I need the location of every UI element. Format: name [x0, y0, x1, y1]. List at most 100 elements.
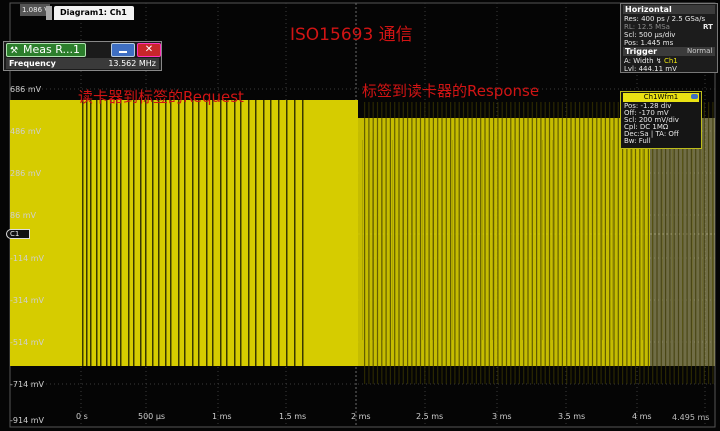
response-texture [692, 140, 693, 340]
y-tick-label: 286 mV [10, 169, 42, 178]
response-pulse [445, 102, 447, 384]
request-pulse [212, 100, 214, 366]
x-tick-label: 500 µs [138, 412, 166, 421]
request-pulse [133, 100, 135, 366]
horizontal-scl: Scl: 500 µs/div [624, 31, 675, 39]
y-tick-label: -114 mV [10, 254, 44, 263]
response-texture [712, 140, 713, 340]
response-pulse [364, 102, 366, 384]
wfm-menu-icon[interactable] [691, 94, 698, 99]
measurement-panel: ⚒ Meas R...1 ✕ Frequency 13.562 MHz [3, 41, 162, 71]
response-texture [612, 140, 613, 340]
response-pulse [475, 102, 477, 384]
response-pulse [402, 102, 404, 384]
x-tick-label: 4 ms [632, 412, 652, 421]
request-pulse [206, 100, 208, 366]
response-texture [642, 140, 643, 340]
response-texture [632, 140, 633, 340]
request-pulse [184, 100, 186, 366]
lvl-value: 444.11 mV [638, 65, 677, 73]
request-pulse [100, 100, 102, 366]
close-icon: ✕ [144, 44, 154, 55]
response-pulse [574, 102, 576, 384]
response-texture [422, 140, 423, 340]
response-texture [372, 140, 373, 340]
response-pulse [596, 102, 598, 384]
response-pulse [419, 102, 422, 384]
scl-label: Scl: [624, 31, 637, 39]
plot-title: ISO15693 通信 [290, 25, 413, 45]
response-texture [592, 140, 593, 340]
response-texture [682, 140, 683, 340]
response-pulse [553, 102, 555, 384]
trigger-source: Ch1 [663, 57, 678, 65]
response-pulse [394, 102, 396, 384]
response-pulse [544, 102, 546, 384]
request-pulse [96, 100, 98, 366]
response-pulse [566, 102, 568, 384]
request-pulse [302, 100, 304, 366]
request-pulse [198, 100, 200, 366]
request-pulse [152, 100, 154, 366]
request-pulse [120, 100, 122, 366]
x-end-label: 4.495 ms [672, 413, 710, 422]
response-texture [412, 140, 413, 340]
response-pulse [424, 102, 426, 384]
request-pulse [110, 100, 112, 366]
response-texture [622, 140, 623, 340]
request-pulse [263, 100, 265, 366]
diagram-tab-handle[interactable] [46, 6, 52, 20]
response-texture [452, 140, 453, 340]
y-tick-label: -714 mV [10, 380, 44, 389]
response-pulse [484, 102, 486, 384]
response-texture [652, 140, 653, 340]
response-pulse [617, 102, 619, 384]
request-annotation: 读卡器到标签的Request [78, 88, 244, 106]
response-annotation: 标签到读卡器的Response [362, 82, 540, 100]
response-pulse [493, 102, 495, 384]
wfm-header[interactable]: Ch1Wfm1 [623, 93, 699, 102]
request-pulse [248, 100, 250, 366]
response-texture [552, 140, 553, 340]
response-texture [602, 140, 603, 340]
x-tick-label: 2.5 ms [416, 412, 444, 421]
request-pulse [90, 100, 92, 366]
response-pulse [385, 102, 387, 384]
response-texture [542, 140, 543, 340]
response-texture [532, 140, 533, 340]
rt-indicator: RT [703, 23, 713, 31]
horizontal-res: Res: 400 ps / 2.5 GSa/s [624, 15, 706, 23]
response-pulse [462, 102, 465, 384]
x-tick-label: 3 ms [492, 412, 512, 421]
response-pulse [527, 102, 529, 384]
close-button[interactable]: ✕ [137, 43, 161, 57]
pos-label: Pos: [624, 39, 639, 47]
y-tick-label: 86 mV [10, 211, 36, 220]
response-texture [502, 140, 503, 340]
response-pulse [587, 102, 589, 384]
channel-offset-marker[interactable]: C1 [6, 229, 30, 239]
request-pulse [286, 100, 288, 366]
horizontal-header[interactable]: Horizontal [623, 5, 715, 14]
request-pulse [226, 100, 228, 366]
ch1-wfm-panel[interactable]: Ch1Wfm1 Pos: -1.28 div Off: -170 mV Scl:… [620, 91, 702, 149]
response-pulse [454, 102, 456, 384]
request-pulse [82, 100, 84, 366]
wrench-icon: ⚒ [10, 46, 19, 56]
response-pulse [703, 102, 705, 384]
response-pulse [458, 102, 460, 384]
horizontal-trigger-panel[interactable]: Horizontal Res: 400 ps / 2.5 GSa/s RL: 1… [620, 3, 718, 73]
ch1-waveform [10, 100, 715, 384]
response-pulse [514, 102, 516, 384]
y-tick-label: 686 mV [10, 85, 42, 94]
diagram-tab[interactable]: Diagram1: Ch1 [54, 6, 134, 20]
response-pulse [518, 102, 520, 384]
meas-result-row: Frequency 13.562 MHz [6, 58, 159, 69]
meas-title-button[interactable]: ⚒ Meas R...1 [6, 43, 86, 57]
trigger-mode: Normal [687, 47, 713, 55]
minimize-button[interactable] [111, 43, 135, 57]
y-tick-label: 486 mV [10, 127, 42, 136]
response-pulse [432, 102, 434, 384]
x-tick-label: 3.5 ms [558, 412, 586, 421]
request-pulse [165, 100, 167, 366]
